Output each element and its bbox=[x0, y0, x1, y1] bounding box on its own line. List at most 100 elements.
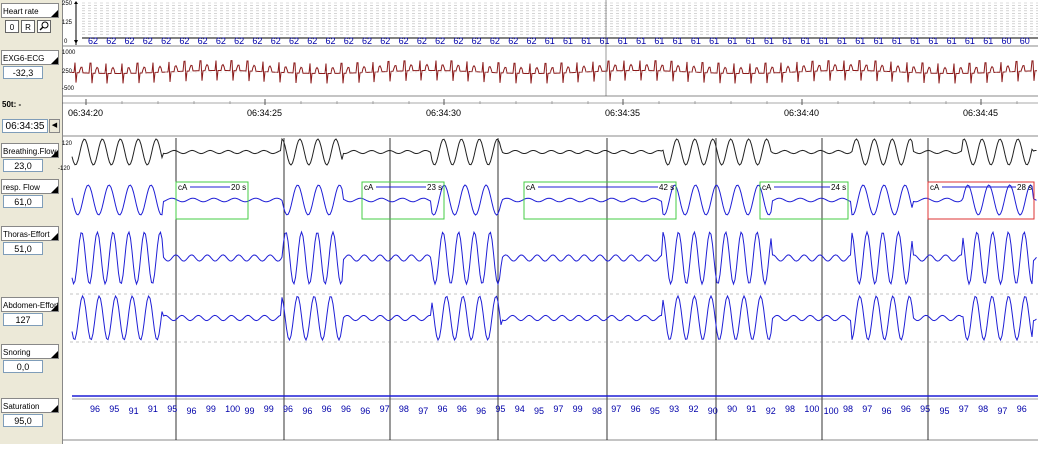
heart-rate-value: 61 bbox=[581, 36, 591, 46]
snoring-label[interactable]: Snoring bbox=[1, 344, 59, 359]
saturation-value-text: 97 bbox=[380, 404, 390, 414]
thorax-effort-label[interactable]: Thoras-Effort bbox=[1, 226, 59, 241]
heart-rate-value: 62 bbox=[198, 36, 208, 46]
event-duration-label: 28 s bbox=[1017, 183, 1032, 192]
saturation-value-text: 97 bbox=[418, 406, 428, 416]
heart-rate-value: 61 bbox=[819, 36, 829, 46]
saturation-value-text: 95 bbox=[650, 406, 660, 416]
saturation-value-text: 95 bbox=[534, 406, 544, 416]
event-duration-label: 42 s bbox=[659, 183, 674, 192]
ecg-label[interactable]: EXG6-ECG bbox=[1, 50, 59, 65]
saturation-value-text: 90 bbox=[727, 404, 737, 414]
heart-rate-value: 62 bbox=[234, 36, 244, 46]
heart-rate-value: 61 bbox=[874, 36, 884, 46]
heart-rate-value: 61 bbox=[782, 36, 792, 46]
saturation-value-text: 96 bbox=[187, 406, 197, 416]
current-time-field[interactable]: 06:34:35 bbox=[2, 119, 48, 133]
heart-rate-value: 61 bbox=[801, 36, 811, 46]
saturation-value-text: 96 bbox=[476, 406, 486, 416]
saturation-value-text: 98 bbox=[399, 404, 409, 414]
heart-rate-value: 62 bbox=[106, 36, 116, 46]
heart-rate-value: 61 bbox=[691, 36, 701, 46]
heart-rate-value: 61 bbox=[600, 36, 610, 46]
heart-rate-value: 62 bbox=[143, 36, 153, 46]
event-duration-label: 23 s bbox=[427, 183, 442, 192]
heart-rate-label[interactable]: Heart rate bbox=[1, 3, 59, 18]
heart-rate-value: 62 bbox=[307, 36, 317, 46]
heart-rate-value: 62 bbox=[526, 36, 536, 46]
saturation-value-text: 99 bbox=[206, 404, 216, 414]
saturation-value-text: 96 bbox=[631, 404, 641, 414]
event-box bbox=[523, 181, 677, 220]
saturation-value-text: 96 bbox=[438, 404, 448, 414]
heart-rate-value: 62 bbox=[125, 36, 135, 46]
heart-rate-value: 60 bbox=[1020, 36, 1030, 46]
heart-rate-value: 61 bbox=[764, 36, 774, 46]
saturation-value-text: 95 bbox=[167, 404, 177, 414]
heart-rate-value: 61 bbox=[983, 36, 993, 46]
signal-canvas[interactable]: 62 62 62 62 62 62 62 62 62 62 62 62 62 62 62 62 62 62 62 62… bbox=[62, 0, 1038, 444]
abdomen-effort-value: 127 bbox=[3, 313, 43, 326]
saturation-value-text: 90 bbox=[708, 406, 718, 416]
event-type-label: cA bbox=[762, 183, 772, 192]
saturation-value-text: 97 bbox=[862, 404, 872, 414]
time-axis-label: 06:34:30 bbox=[426, 108, 461, 118]
saturation-value-text: 94 bbox=[515, 404, 525, 414]
heart-rate-value: 62 bbox=[161, 36, 171, 46]
breathing-flow-label[interactable]: Breathing.Flow bbox=[1, 143, 59, 158]
heart-rate-value: 61 bbox=[910, 36, 920, 46]
saturation-value-text: 97 bbox=[611, 404, 621, 414]
saturation-value-text: 96 bbox=[882, 406, 892, 416]
time-axis-label: 06:34:40 bbox=[784, 108, 819, 118]
saturation-value-text: 92 bbox=[766, 406, 776, 416]
time-axis-label: 06:34:25 bbox=[247, 108, 282, 118]
search-button[interactable] bbox=[37, 20, 51, 33]
heart-rate-value: 61 bbox=[892, 36, 902, 46]
heart-rate-value: 61 bbox=[965, 36, 975, 46]
thorax-effort-trace bbox=[71, 230, 1037, 286]
time-left-arrow-icon[interactable]: ◀ bbox=[49, 119, 60, 133]
saturation-value-text: 91 bbox=[148, 404, 158, 414]
timebase-label: 50t: - bbox=[2, 100, 22, 109]
saturation-value-text: 95 bbox=[109, 404, 119, 414]
zero-button[interactable]: 0 bbox=[5, 20, 19, 33]
heart-rate-value: 61 bbox=[545, 36, 555, 46]
signal-view[interactable]: 62 62 62 62 62 62 62 62 62 62 62 62 62 62 62 62 62 62 62 62… bbox=[62, 0, 1038, 444]
heart-rate-value: 61 bbox=[947, 36, 957, 46]
time-axis-label: 06:34:35 bbox=[605, 108, 640, 118]
heart-rate-value: 61 bbox=[563, 36, 573, 46]
saturation-value-text: 95 bbox=[920, 404, 930, 414]
breathing-flow-value: 23,0 bbox=[3, 159, 43, 172]
saturation-value-text: 96 bbox=[341, 404, 351, 414]
hr-up-arrow-icon bbox=[74, 1, 78, 4]
saturation-label[interactable]: Saturation bbox=[1, 398, 59, 413]
event-type-label: cA bbox=[526, 183, 536, 192]
heart-rate-value: 62 bbox=[252, 36, 262, 46]
saturation-value-text: 96 bbox=[360, 406, 370, 416]
search-icon bbox=[39, 21, 49, 31]
heart-rate-value: 62 bbox=[216, 36, 226, 46]
event-duration-label: 20 s bbox=[231, 183, 246, 192]
heart-rate-value: 62 bbox=[362, 36, 372, 46]
resp-flow-label[interactable]: resp. Flow bbox=[1, 179, 59, 194]
heart-rate-value: 62 bbox=[289, 36, 299, 46]
heart-rate-value: 61 bbox=[855, 36, 865, 46]
channel-panel: Heart rate 0 R EXG6-ECG -32,3 50t: - 06:… bbox=[0, 0, 63, 444]
saturation-value-text: 98 bbox=[843, 404, 853, 414]
abdomen-effort-label[interactable]: Abdomen-Effort bbox=[1, 297, 59, 312]
saturation-value: 95,0 bbox=[3, 414, 43, 427]
saturation-value-text: 100 bbox=[804, 404, 819, 414]
heart-rate-value: 61 bbox=[727, 36, 737, 46]
saturation-value-text: 96 bbox=[322, 404, 332, 414]
time-axis-label: 06:34:45 bbox=[963, 108, 998, 118]
heart-rate-value: 61 bbox=[709, 36, 719, 46]
resp-flow-value: 61,0 bbox=[3, 195, 43, 208]
heart-rate-value: 60 bbox=[1001, 36, 1011, 46]
saturation-value-text: 98 bbox=[978, 404, 988, 414]
r-button[interactable]: R bbox=[21, 20, 35, 33]
saturation-value-text: 97 bbox=[997, 406, 1007, 416]
saturation-value-text: 92 bbox=[688, 404, 698, 414]
saturation-value-text: 93 bbox=[669, 404, 679, 414]
saturation-value-text: 96 bbox=[302, 406, 312, 416]
heart-rate-value: 62 bbox=[179, 36, 189, 46]
